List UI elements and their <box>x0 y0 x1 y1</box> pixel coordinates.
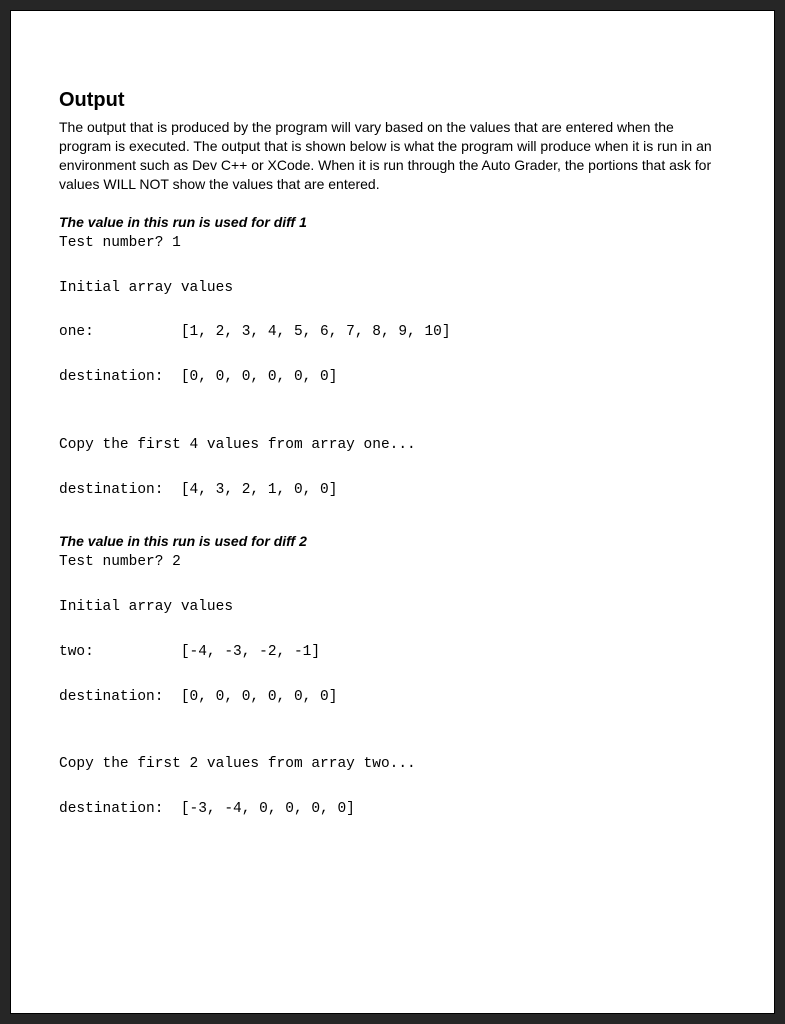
document-page: Output The output that is produced by th… <box>10 10 775 1014</box>
run1-output: Test number? 1 Initial array values one:… <box>59 232 726 502</box>
spacer <box>59 523 726 533</box>
run1-label: The value in this run is used for diff 1 <box>59 214 726 230</box>
intro-paragraph: The output that is produced by the progr… <box>59 118 726 194</box>
run2-output: Test number? 2 Initial array values two:… <box>59 551 726 821</box>
run2-label: The value in this run is used for diff 2 <box>59 533 726 549</box>
section-heading: Output <box>59 89 726 112</box>
